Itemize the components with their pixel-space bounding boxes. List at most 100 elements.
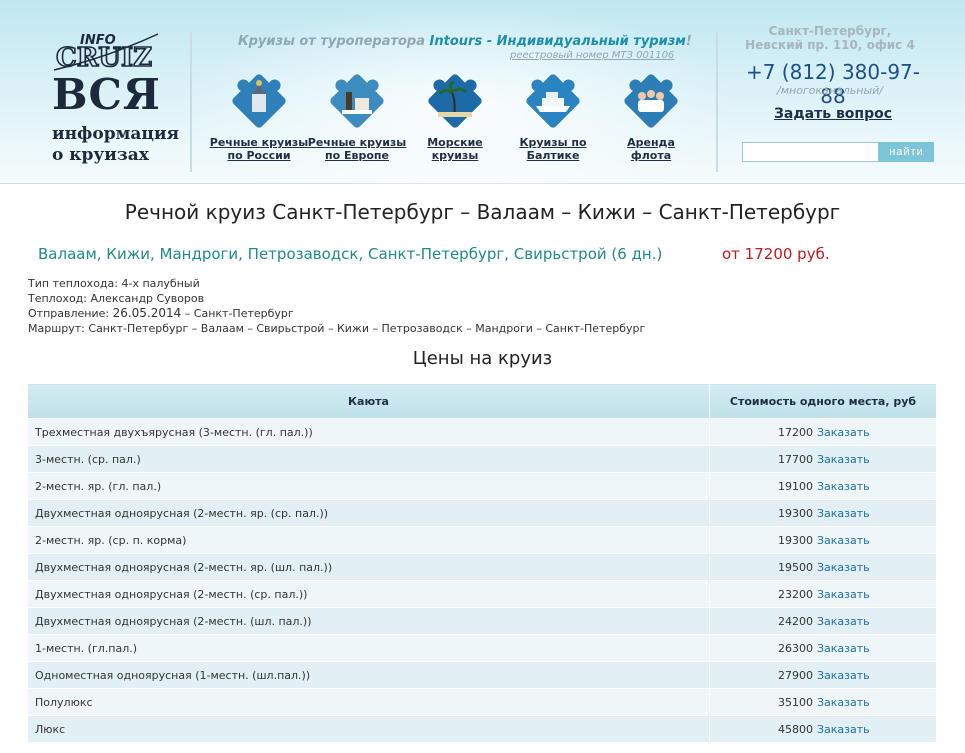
phone-note: /многоканальный/	[777, 84, 883, 97]
price-from: от 17200 руб.	[722, 245, 830, 263]
address-city: Санкт-Петербург,	[768, 24, 892, 38]
order-link[interactable]: Заказать	[817, 507, 870, 520]
price-value: 26300	[778, 641, 813, 655]
order-link[interactable]: Заказать	[817, 642, 870, 655]
table-row: Двухместная одноярусная (2-местн. (ср. п…	[27, 580, 937, 608]
order-link[interactable]: Заказать	[817, 480, 870, 493]
cabin-cell: Одноместная одноярусная (1-местн. (шл.па…	[27, 661, 710, 689]
table-row: 1-местн. (гл.пал.) 26300 Заказать	[27, 634, 937, 662]
tagline: Круизы от туроператора Intours - Индивид…	[238, 34, 692, 49]
cabin-cell: Двухместная одноярусная (2-местн. яр. (ш…	[27, 553, 710, 581]
table-row: Двухместная одноярусная (2-местн. (шл. п…	[27, 607, 937, 635]
logo-mark-icon: INFO CRUIZ	[53, 33, 159, 72]
price-value: 24200	[778, 614, 813, 628]
route-label: Маршрут:	[28, 321, 85, 335]
ship-type-row: Тип теплохода: 4-х палубный	[28, 277, 645, 292]
price-value: 45800	[778, 722, 813, 736]
tagline-suffix: !	[685, 34, 692, 49]
price-cell: 19100 Заказать	[709, 472, 937, 500]
prices-table: Каюта Стоимость одного места, руб Трехме…	[27, 383, 937, 743]
nav-label: Морские круизы	[427, 136, 483, 162]
price-cell: 19300 Заказать	[709, 526, 937, 554]
table-row: Люкс 45800 Заказать	[27, 715, 937, 743]
page-title: Речной круиз Санкт-Петербург – Валаам – …	[124, 200, 841, 224]
office-address: Санкт-Петербург, Невский пр. 110, офис 4	[740, 24, 920, 52]
ship-type-label: Тип теплохода:	[28, 277, 118, 290]
table-row: 2-местн. яр. (ср. п. корма) 19300 Заказать	[27, 526, 937, 554]
ship-puzzle-icon	[526, 74, 580, 128]
order-link[interactable]: Заказать	[817, 669, 870, 682]
order-link[interactable]: Заказать	[817, 426, 870, 439]
nav-river-europe[interactable]: Речные круизы по Европе	[307, 70, 407, 162]
price-value: 17200	[778, 425, 813, 439]
logo-sub-line2: о круизах	[52, 145, 149, 165]
departure-row: Отправление: 26.05.2014 – Санкт-Петербур…	[28, 306, 645, 322]
price-value: 19300	[778, 533, 813, 547]
table-header-row: Каюта Стоимость одного места, руб	[27, 383, 937, 419]
logo-sub-line1: информация	[52, 124, 180, 144]
ask-question-link[interactable]: Задать вопрос	[740, 106, 926, 122]
order-link[interactable]: Заказать	[817, 561, 870, 574]
cabin-cell: 2-местн. яр. (гл. пал.)	[27, 472, 710, 500]
table-row: 3-местн. (ср. пал.) 17700 Заказать	[27, 445, 937, 473]
header-divider-right	[716, 32, 718, 172]
order-link[interactable]: Заказать	[817, 696, 870, 709]
route-summary: Валаам, Кижи, Мандроги, Петрозаводск, Са…	[38, 245, 663, 263]
order-link[interactable]: Заказать	[817, 588, 870, 601]
cabin-cell: Двухместная одноярусная (2-местн. (шл. п…	[27, 607, 710, 635]
main-nav: Речные круизы по России Речные круизы по Е…	[205, 70, 705, 180]
prices-title: Цены на круиз	[412, 348, 553, 369]
search-button[interactable]: найти	[879, 142, 934, 162]
col-cabin-header: Каюта	[27, 383, 710, 419]
ship-row: Теплоход: Александр Суворов	[28, 292, 645, 307]
search-input[interactable]	[742, 142, 879, 162]
price-cell: 26300 Заказать	[709, 634, 937, 662]
cabin-cell: Полулюкс	[27, 688, 710, 716]
order-link[interactable]: Заказать	[817, 534, 870, 547]
ship-type-value: 4-х палубный	[121, 277, 200, 290]
logo-title: ВСЯ	[52, 70, 161, 119]
price-value: 19100	[778, 479, 813, 493]
order-link[interactable]: Заказать	[817, 453, 870, 466]
cabin-cell: Люкс	[27, 715, 710, 743]
price-value: 17700	[778, 452, 813, 466]
nav-fleet-rent[interactable]: Аренда флота	[601, 70, 701, 162]
price-cell: 24200 Заказать	[709, 607, 937, 635]
nav-river-russia[interactable]: Речные круизы по России	[209, 70, 309, 162]
order-link[interactable]: Заказать	[817, 615, 870, 628]
price-value: 35100	[778, 695, 813, 709]
price-value: 19300	[778, 506, 813, 520]
table-row: Двухместная одноярусная (2-местн. яр. (с…	[27, 499, 937, 527]
price-value: 19500	[778, 560, 813, 574]
people-puzzle-icon	[624, 74, 678, 128]
departure-place: – Санкт-Петербург	[184, 307, 294, 320]
price-cell: 19500 Заказать	[709, 553, 937, 581]
nav-sea-cruises[interactable]: Морские круизы	[405, 70, 505, 162]
price-cell: 17200 Заказать	[709, 418, 937, 446]
cabin-cell: Двухместная одноярусная (2-местн. яр. (с…	[27, 499, 710, 527]
table-row: Двухместная одноярусная (2-местн. яр. (ш…	[27, 553, 937, 581]
order-link[interactable]: Заказать	[817, 723, 870, 736]
cruise-info: Тип теплохода: 4-х палубный Теплоход: Ал…	[28, 277, 645, 336]
ship-label: Теплоход:	[28, 291, 87, 305]
route-row: Маршрут: Санкт-Петербург – Валаам – Свир…	[28, 322, 645, 337]
price-cell: 19300 Заказать	[709, 499, 937, 527]
nav-label: Круизы по Балтике	[519, 136, 587, 162]
palm-puzzle-icon	[428, 74, 482, 128]
nav-baltic-cruises[interactable]: Круизы по Балтике	[503, 70, 603, 162]
tagline-brand: Intours - Индивидуальный туризм	[429, 34, 686, 49]
price-cell: 17700 Заказать	[709, 445, 937, 473]
table-row: Полулюкс 35100 Заказать	[27, 688, 937, 716]
price-cell: 45800 Заказать	[709, 715, 937, 743]
registry-link[interactable]: реестровый номер МТЗ 001106	[510, 50, 674, 61]
address-street: Невский пр. 110, офис 4	[745, 38, 915, 52]
price-value: 23200	[778, 587, 813, 601]
site-logo[interactable]: INFO CRUIZ ВСЯ информация о круизах	[40, 24, 180, 174]
cabin-cell: 2-местн. яр. (ср. п. корма)	[27, 526, 710, 554]
city-puzzle-icon	[330, 74, 384, 128]
ship-value: Александр Суворов	[90, 291, 205, 305]
departure-label: Отправление:	[28, 307, 110, 320]
price-cell: 23200 Заказать	[709, 580, 937, 608]
nav-label: Речные круизы по России	[209, 136, 309, 162]
col-price-header: Стоимость одного места, руб	[709, 383, 937, 419]
